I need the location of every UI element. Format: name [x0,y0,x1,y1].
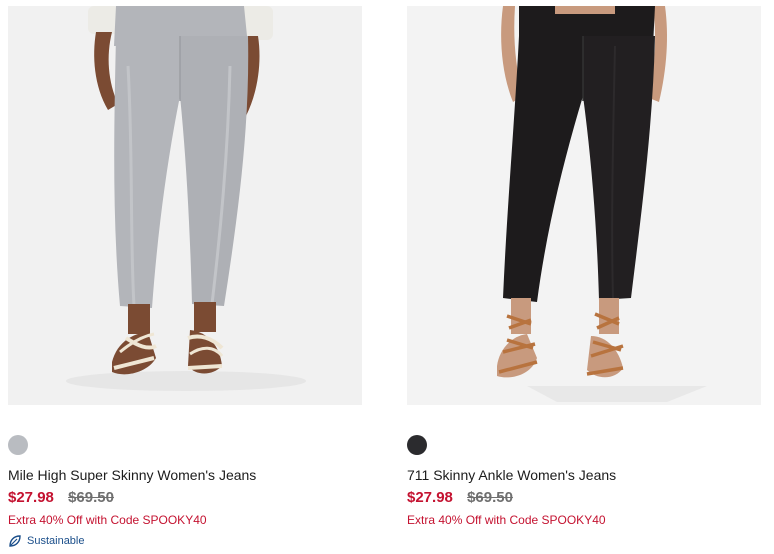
sustainable-badge: Sustainable [8,534,362,548]
color-swatch-grey[interactable] [8,435,28,455]
original-price: $69.50 [68,489,114,506]
sale-price: $27.98 [8,489,54,506]
color-swatches [8,431,362,459]
product-grid: Mile High Super Skinny Women's Jeans $27… [0,0,774,554]
product-photo-black-jeans [407,6,761,405]
product-image[interactable] [407,6,761,405]
product-title[interactable]: Mile High Super Skinny Women's Jeans [8,466,362,484]
product-card[interactable]: Mile High Super Skinny Women's Jeans $27… [8,0,362,548]
price-row: $27.98 $69.50 [407,489,761,507]
sustainable-label: Sustainable [27,535,85,547]
color-swatch-black[interactable] [407,435,427,455]
product-card[interactable]: 711 Skinny Ankle Women's Jeans $27.98 $6… [407,0,761,528]
original-price: $69.50 [467,489,513,506]
color-swatches [407,431,761,459]
promo-text: Extra 40% Off with Code SPOOKY40 [407,513,606,527]
sale-price: $27.98 [407,489,453,506]
product-title[interactable]: 711 Skinny Ankle Women's Jeans [407,466,761,484]
product-image[interactable] [8,6,362,405]
product-photo-grey-jeans [8,6,362,405]
leaf-icon [8,534,22,548]
price-row: $27.98 $69.50 [8,489,362,507]
promo-text: Extra 40% Off with Code SPOOKY40 [8,513,207,527]
